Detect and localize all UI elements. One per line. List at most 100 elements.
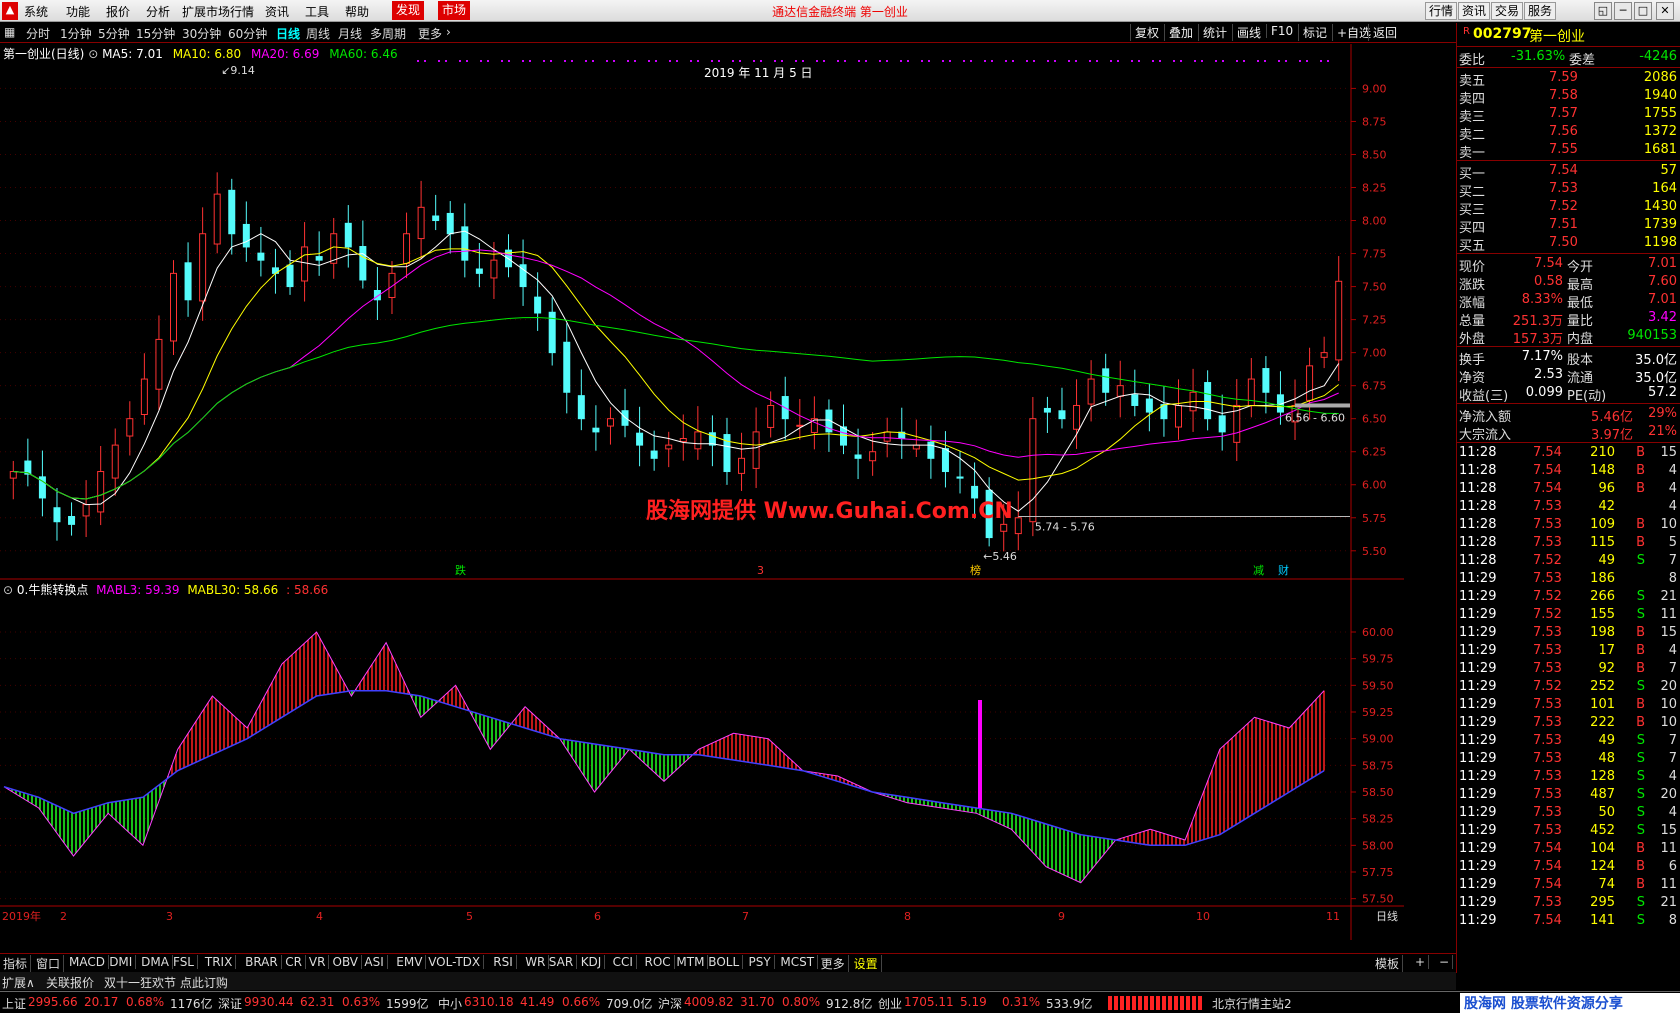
bid-price: 7.51 (1549, 217, 1578, 232)
tick-row: 11:29 7.54 124 B 6 (1457, 858, 1680, 876)
tick-volume: 74 (1598, 877, 1615, 892)
event-dot (1257, 60, 1259, 62)
indicator-y-tick-label: 58.00 (1362, 839, 1394, 852)
event-dot (676, 60, 678, 62)
tool-button-5[interactable]: 标记 (1298, 24, 1331, 41)
indicator-toggle-icon[interactable]: ⊙ (3, 583, 17, 597)
tick-volume: 210 (1590, 445, 1615, 460)
indicator-tab-11[interactable]: ASI (361, 955, 388, 969)
indicator-tab-16[interactable]: SAR (546, 955, 578, 969)
stat-value: 7.54 (1534, 256, 1563, 271)
tick-count: 20 (1660, 679, 1677, 694)
more-chevron-icon[interactable]: › (446, 25, 451, 39)
index-name[interactable]: 上证 (2, 995, 26, 1012)
indicator-tab-0[interactable]: 指标 (0, 955, 32, 972)
indicator-tab-13[interactable]: VOL-TDX (425, 955, 485, 969)
indicator-tab-20[interactable]: MTM (673, 955, 709, 969)
indicator-tab-21[interactable]: BOLL (705, 955, 744, 969)
period-tab-7[interactable]: 周线 (306, 25, 330, 42)
tick-side: S (1636, 823, 1645, 838)
tick-price: 7.53 (1533, 499, 1562, 514)
tick-volume: 487 (1590, 787, 1615, 802)
tick-side: S (1636, 607, 1645, 622)
restore-icon[interactable]: ◱ (1594, 2, 1612, 20)
period-tab-3[interactable]: 15分钟 (136, 25, 175, 42)
indicator-tab-18[interactable]: CCI (610, 955, 637, 969)
tick-row: 11:29 7.53 92 B 7 (1457, 660, 1680, 678)
indicator-tab-17[interactable]: KDJ (578, 955, 606, 969)
event-dot (907, 60, 909, 62)
indicator-tab-8[interactable]: CR (282, 955, 307, 969)
period-tab-0[interactable]: 分时 (26, 25, 50, 42)
tick-time: 11:29 (1459, 823, 1497, 838)
tool-button-4[interactable]: F10 (1266, 24, 1297, 38)
bid-label: 买五 (1459, 239, 1486, 254)
ext-tab-2[interactable]: 双十一狂欢节 点此订购 (104, 974, 228, 991)
index-name[interactable]: 创业 (878, 995, 902, 1012)
period-tab-8[interactable]: 月线 (338, 25, 362, 42)
maximize-icon[interactable]: □ (1634, 2, 1652, 20)
indicator-tab-4[interactable]: DMA (138, 955, 173, 969)
tick-row: 11:29 7.54 74 B 11 (1457, 876, 1680, 894)
indicator-tab-25[interactable]: 设置 (851, 955, 882, 972)
tabbar-right-0[interactable]: 模板 (1372, 955, 1404, 972)
tool-button-7[interactable]: 返回 (1368, 24, 1401, 41)
period-tab-2[interactable]: 5分钟 (98, 25, 130, 42)
period-tab-10[interactable]: 更多 (418, 25, 442, 42)
index-name[interactable]: 深证 (218, 995, 242, 1012)
indicator-chart[interactable]: 60.00 59.75 59.50 59.25 59.00 58.75 58.50 58.25… (0, 580, 1404, 940)
indicator-tab-6[interactable]: TRIX (202, 955, 237, 969)
tick-side: S (1636, 787, 1645, 802)
tick-time: 11:28 (1459, 535, 1497, 550)
stock-name: 第一创业 (1529, 29, 1585, 45)
tick-side: B (1636, 481, 1645, 496)
tick-count: 4 (1668, 643, 1677, 658)
tick-volume: 141 (1590, 913, 1615, 928)
y-tick-label: 8.75 (1362, 115, 1387, 128)
indicator-tab-10[interactable]: OBV (330, 955, 363, 969)
ext-tab-1[interactable]: 关联报价 (46, 974, 94, 991)
top-right-button-2[interactable]: 交易 (1491, 2, 1524, 20)
minimize-icon[interactable]: ─ (1614, 2, 1632, 20)
y-tick-label: 8.25 (1362, 182, 1387, 195)
indicator-tab-7[interactable]: BRAR (242, 955, 282, 969)
tabbar-right-1[interactable]: + (1412, 955, 1430, 969)
top-right-button-3[interactable]: 服务 (1524, 2, 1557, 20)
ext-tab-0[interactable]: 扩展∧ (2, 974, 35, 991)
period-tab-6[interactable]: 日线 (276, 25, 300, 42)
tool-button-1[interactable]: 叠加 (1164, 24, 1197, 41)
indicator-tab-2[interactable]: MACD (66, 955, 109, 969)
legend-toggle-icon[interactable]: ⊙ (88, 47, 102, 61)
tabbar-right-2[interactable]: − (1436, 955, 1454, 969)
indicator-tab-5[interactable]: FSL (170, 955, 198, 969)
event-dot (550, 60, 552, 62)
server-status[interactable]: 北京行情主站2 (1212, 995, 1292, 1012)
period-tab-1[interactable]: 1分钟 (60, 25, 92, 42)
indicator-tab-23[interactable]: MCST (777, 955, 819, 969)
tool-button-2[interactable]: 统计 (1198, 24, 1231, 41)
period-tab-4[interactable]: 30分钟 (182, 25, 221, 42)
indicator-tab-19[interactable]: ROC (642, 955, 675, 969)
indicator-tab-9[interactable]: VR (306, 955, 330, 969)
stat2-row: 收益(三) 0.099 PE(动) 57.2 (1457, 384, 1680, 404)
event-dot (942, 60, 944, 62)
indicator-tab-1[interactable]: 窗口 (33, 955, 65, 972)
event-dot (697, 60, 699, 62)
indicator-tab-3[interactable]: DMI (106, 955, 137, 969)
index-name[interactable]: 中小 (438, 995, 462, 1012)
indicator-tab-22[interactable]: PSY (746, 955, 775, 969)
period-tab-9[interactable]: 多周期 (370, 25, 406, 42)
tool-button-3[interactable]: 画线 (1232, 24, 1265, 41)
indicator-tab-14[interactable]: RSI (490, 955, 517, 969)
top-right-button-1[interactable]: 资讯 (1458, 2, 1491, 20)
grid-icon[interactable]: ▦ (4, 25, 15, 39)
event-dot (760, 60, 762, 62)
tick-count: 10 (1660, 697, 1677, 712)
indicator-tab-24[interactable]: 更多 (818, 955, 849, 972)
period-tab-5[interactable]: 60分钟 (228, 25, 267, 42)
indicator-tab-12[interactable]: EMV (393, 955, 427, 969)
top-right-button-0[interactable]: 行情 (1425, 2, 1458, 20)
close-icon[interactable]: ✕ (1656, 2, 1674, 20)
tool-button-0[interactable]: 复权 (1130, 24, 1163, 41)
index-name[interactable]: 沪深 (658, 995, 682, 1012)
